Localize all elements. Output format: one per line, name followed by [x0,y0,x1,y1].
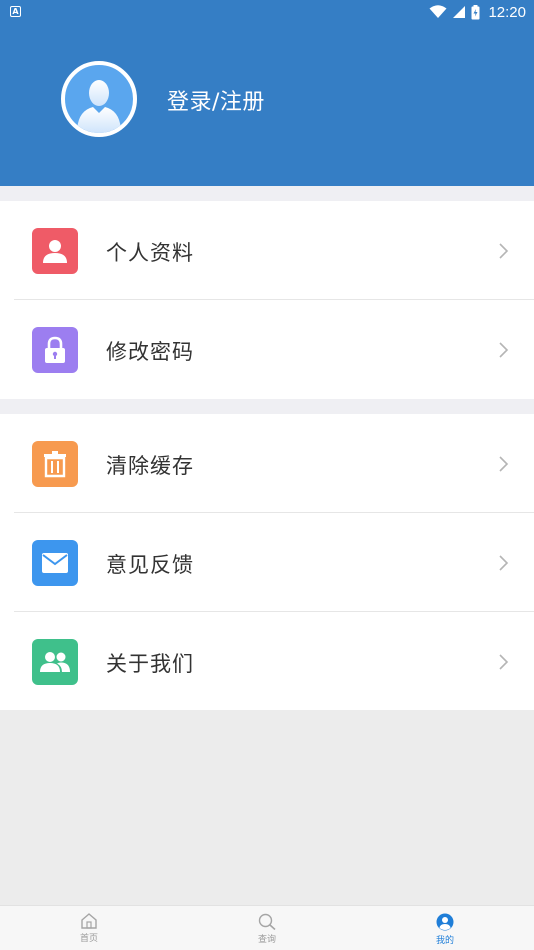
menu-group-general: 清除缓存 意见反馈 关于我们 [0,414,534,710]
section-gap [0,399,534,414]
menu-item-label: 意见反馈 [106,553,194,577]
status-time: 12:20 [488,3,526,21]
tab-label: 首页 [79,934,98,944]
status-bar: A 12:20 [0,0,534,24]
menu-item-label: 关于我们 [106,652,194,676]
profile-header: A 12:20 登录/注册 [0,0,534,186]
menu-item-label: 清除缓存 [106,454,194,478]
battery-icon [471,4,480,19]
person-icon [32,228,78,274]
profile-icon [436,913,454,931]
chevron-right-icon [499,342,509,358]
menu-item-clear-cache[interactable]: 清除缓存 [0,414,534,513]
mail-icon [32,540,78,586]
menu-item-about-us[interactable]: 关于我们 [0,612,534,711]
home-icon [81,913,97,929]
trash-icon [32,441,78,487]
menu-item-feedback[interactable]: 意见反馈 [0,513,534,612]
signal-icon [453,6,466,18]
tab-home[interactable]: 首页 [59,906,119,950]
wifi-icon [429,5,447,18]
tab-mine[interactable]: 我的 [415,906,475,950]
login-register-link[interactable]: 登录/注册 [167,84,265,116]
section-gap [0,186,534,201]
notification-badge: A [10,6,21,17]
chevron-right-icon [499,456,509,472]
menu-item-label: 修改密码 [106,340,194,364]
bottom-tab-bar: 首页 查询 我的 [0,905,534,950]
lock-icon [32,327,78,373]
group-icon [32,639,78,685]
menu-item-label: 个人资料 [106,241,194,265]
tab-label: 我的 [435,936,454,946]
chevron-right-icon [499,654,509,670]
menu-item-profile[interactable]: 个人资料 [0,201,534,300]
tab-search[interactable]: 查询 [237,906,297,950]
chevron-right-icon [499,555,509,571]
tab-label: 查询 [257,935,276,945]
menu-item-change-password[interactable]: 修改密码 [0,300,534,399]
search-icon [258,913,276,930]
default-avatar-icon [77,80,121,133]
avatar[interactable] [61,61,137,137]
chevron-right-icon [499,243,509,259]
menu-group-account: 个人资料 修改密码 [0,201,534,399]
